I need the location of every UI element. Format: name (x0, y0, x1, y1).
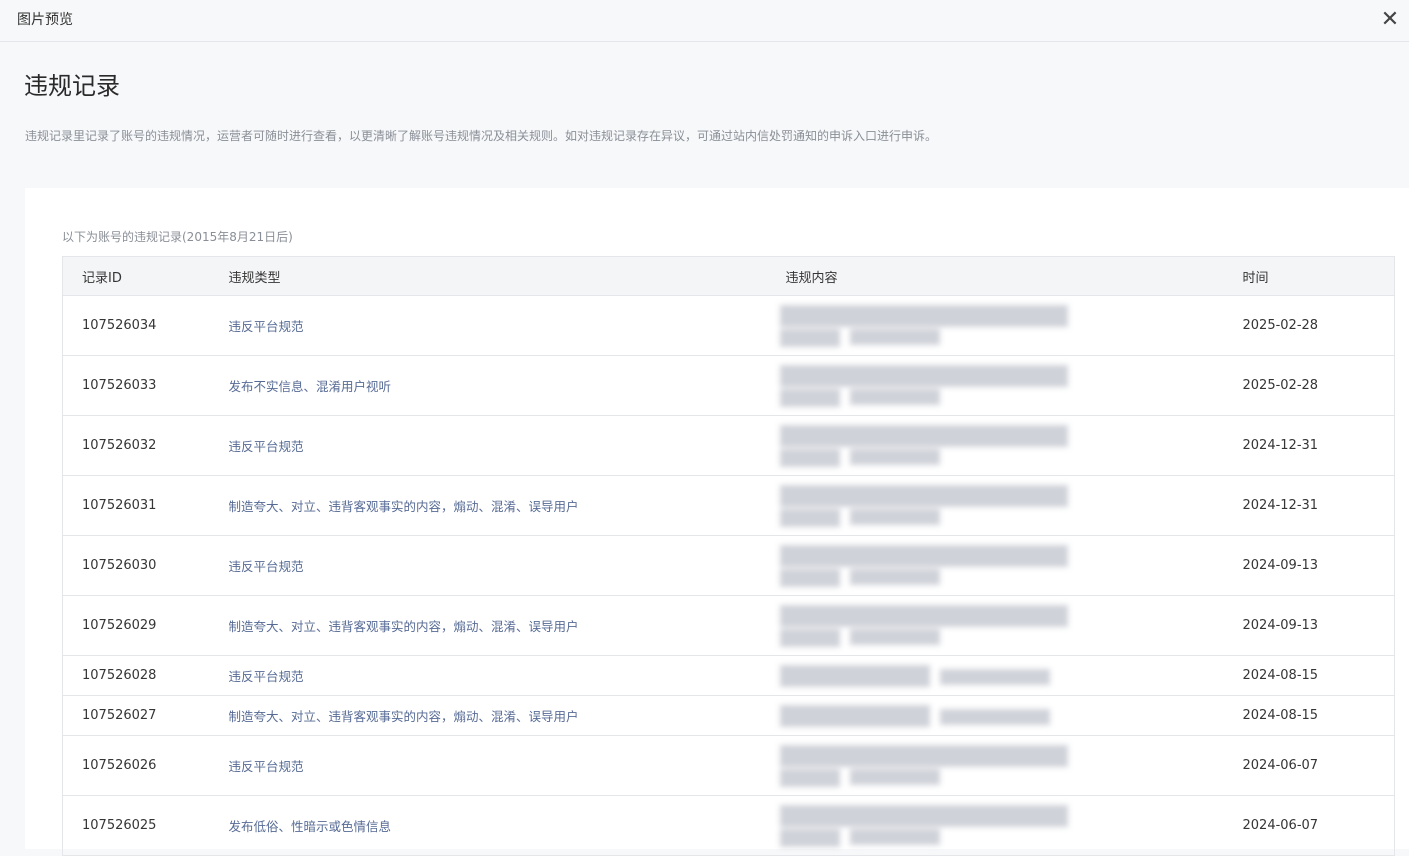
redacted-content (779, 743, 1068, 789)
violation-type-link[interactable]: 违反平台规范 (229, 439, 304, 454)
redacted-content (779, 803, 1068, 849)
violation-type-cell: 违反平台规范 (228, 295, 786, 356)
records-card: 以下为账号的违规记录(2015年8月21日后) 记录ID 违规类型 违规内容 时… (25, 188, 1409, 856)
violation-type-cell: 发布低俗、性暗示或色情信息 (228, 795, 786, 856)
column-header-type: 违规类型 (228, 256, 786, 296)
close-icon[interactable]: ✕ (1377, 7, 1403, 33)
violation-content-cell (779, 535, 1243, 596)
record-id: 107526032 (62, 415, 229, 476)
table-row: 107526034 违反平台规范 2025-02-28 (62, 295, 1395, 356)
violation-content-cell (779, 415, 1243, 476)
record-id: 107526031 (62, 475, 229, 536)
violation-type-link[interactable]: 制造夸大、对立、违背客观事实的内容，煽动、混淆、误导用户 (229, 709, 579, 724)
record-id: 107526034 (62, 295, 229, 356)
violation-type-cell: 违反平台规范 (228, 655, 786, 696)
table-row: 107526031 制造夸大、对立、违背客观事实的内容，煽动、混淆、误导用户 202… (62, 475, 1395, 536)
violation-type-link[interactable]: 违反平台规范 (229, 319, 304, 334)
record-id: 107526029 (62, 595, 229, 656)
window-title: 图片预览 (17, 12, 73, 28)
table-row: 107526032 违反平台规范 2024-12-31 (62, 415, 1395, 476)
violation-type-cell: 发布不实信息、混淆用户视听 (228, 355, 786, 416)
violation-content-cell (779, 795, 1243, 856)
violation-table: 记录ID 违规类型 违规内容 时间 107526034 违反平台规范 2025-02… (62, 256, 1395, 856)
record-time: 2025-02-28 (1242, 355, 1395, 416)
record-time: 2024-09-13 (1242, 535, 1395, 596)
violation-content-cell (779, 355, 1243, 416)
records-note: 以下为账号的违规记录(2015年8月21日后) (62, 230, 293, 244)
record-time: 2025-02-28 (1242, 295, 1395, 356)
violation-type-link[interactable]: 发布低俗、性暗示或色情信息 (229, 819, 392, 834)
table-row: 107526028 违反平台规范 2024-08-15 (62, 655, 1395, 696)
violation-content-cell (779, 695, 1243, 736)
page-description: 违规记录里记录了账号的违规情况，运营者可随时进行查看，以更清晰了解账号违规情况及… (25, 129, 938, 143)
column-header-time: 时间 (1242, 256, 1395, 296)
record-time: 2024-08-15 (1242, 655, 1395, 696)
violation-type-cell: 制造夸大、对立、违背客观事实的内容，煽动、混淆、误导用户 (228, 475, 786, 536)
record-id: 107526025 (62, 795, 229, 856)
violation-type-cell: 违反平台规范 (228, 415, 786, 476)
table-row: 107526030 违反平台规范 2024-09-13 (62, 535, 1395, 596)
redacted-content (779, 363, 1068, 409)
violation-type-link[interactable]: 违反平台规范 (229, 559, 304, 574)
redacted-content (779, 483, 1068, 529)
record-time: 2024-06-07 (1242, 795, 1395, 856)
table-row: 107526027 制造夸大、对立、违背客观事实的内容，煽动、混淆、误导用户 202… (62, 695, 1395, 736)
record-time: 2024-08-15 (1242, 695, 1395, 736)
redacted-content (779, 423, 1068, 469)
column-header-content: 违规内容 (785, 256, 1243, 296)
record-id: 107526026 (62, 735, 229, 796)
record-time: 2024-09-13 (1242, 595, 1395, 656)
table-row: 107526025 发布低俗、性暗示或色情信息 2024-06-07 (62, 795, 1395, 856)
redacted-content (779, 603, 1068, 649)
redacted-content (779, 543, 1068, 589)
violation-type-cell: 违反平台规范 (228, 535, 786, 596)
violation-type-link[interactable]: 发布不实信息、混淆用户视听 (229, 379, 392, 394)
violation-type-link[interactable]: 违反平台规范 (229, 669, 304, 684)
record-time: 2024-06-07 (1242, 735, 1395, 796)
record-id: 107526027 (62, 695, 229, 736)
redacted-content (779, 663, 1068, 689)
violation-type-cell: 违反平台规范 (228, 735, 786, 796)
preview-title-bar: 图片预览 ✕ (0, 0, 1409, 42)
violation-type-cell: 制造夸大、对立、违背客观事实的内容，煽动、混淆、误导用户 (228, 695, 786, 736)
record-time: 2024-12-31 (1242, 475, 1395, 536)
violation-type-link[interactable]: 制造夸大、对立、违背客观事实的内容，煽动、混淆、误导用户 (229, 619, 579, 634)
table-row: 107526033 发布不实信息、混淆用户视听 2025-02-28 (62, 355, 1395, 416)
redacted-content (779, 703, 1068, 729)
record-id: 107526028 (62, 655, 229, 696)
violation-content-cell (779, 595, 1243, 656)
violation-content-cell (779, 475, 1243, 536)
column-header-id: 记录ID (62, 256, 229, 296)
table-header-row: 记录ID 违规类型 违规内容 时间 (62, 256, 1395, 296)
table-row: 107526029 制造夸大、对立、违背客观事实的内容，煽动、混淆、误导用户 202… (62, 595, 1395, 656)
violation-type-cell: 制造夸大、对立、违背客观事实的内容，煽动、混淆、误导用户 (228, 595, 786, 656)
redacted-content (779, 303, 1068, 349)
table-row: 107526026 违反平台规范 2024-06-07 (62, 735, 1395, 796)
violation-type-link[interactable]: 制造夸大、对立、违背客观事实的内容，煽动、混淆、误导用户 (229, 499, 579, 514)
record-id: 107526030 (62, 535, 229, 596)
page-title: 违规记录 (24, 72, 120, 100)
violation-content-cell (779, 735, 1243, 796)
violation-type-link[interactable]: 违反平台规范 (229, 759, 304, 774)
record-id: 107526033 (62, 355, 229, 416)
record-time: 2024-12-31 (1242, 415, 1395, 476)
violation-content-cell (779, 295, 1243, 356)
violation-content-cell (779, 655, 1243, 696)
